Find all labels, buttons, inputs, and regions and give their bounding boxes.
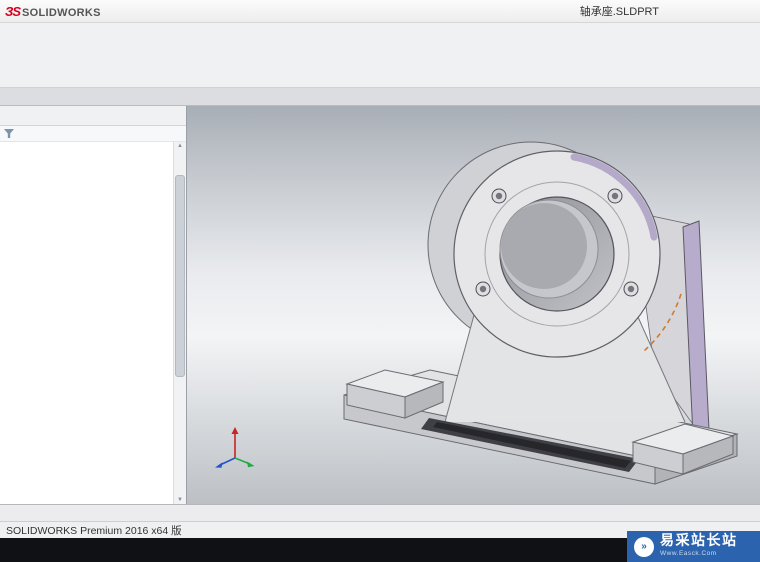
tree-scrollbar[interactable]: ▲ ▼ — [173, 142, 186, 504]
panel-tabs — [0, 106, 186, 126]
scroll-up-icon[interactable]: ▲ — [177, 143, 183, 149]
document-title: 轴承座.SLDPRT — [580, 3, 659, 19]
scroll-down-icon[interactable]: ▼ — [177, 497, 183, 503]
orientation-triad — [213, 422, 257, 468]
feature-tree — [0, 142, 173, 504]
scroll-thumb[interactable] — [175, 175, 185, 377]
title-bar: ЗS SOLIDWORKS 轴承座.SLDPRT — [0, 0, 760, 23]
ribbon — [0, 23, 760, 88]
commandmanager-tabs — [0, 88, 760, 106]
solidworks-logo-mark: ЗS — [5, 4, 20, 19]
status-text: SOLIDWORKS Premium 2016 x64 版 — [6, 523, 182, 538]
view-tabs — [0, 504, 760, 521]
feature-manager-panel: ▲ ▼ — [0, 106, 187, 504]
tree-filter-row — [0, 126, 186, 142]
watermark-text: 易采站长站 Www.Easck.Com — [660, 534, 738, 560]
solidworks-window: ЗS SOLIDWORKS 轴承座.SLDPRT ▲ ▼ — [0, 0, 760, 562]
solidworks-logo: ЗS SOLIDWORKS — [5, 4, 101, 19]
watermark-subtitle: Www.Easck.Com — [660, 547, 738, 560]
model-3d[interactable] — [333, 132, 760, 504]
solidworks-logo-text: SOLIDWORKS — [22, 7, 101, 19]
main-area: ▲ ▼ — [0, 106, 760, 504]
graphics-viewport[interactable] — [187, 106, 760, 504]
watermark-title: 易采站长站 — [660, 534, 738, 547]
watermark-logo-icon: » — [634, 537, 654, 557]
tree-wrap: ▲ ▼ — [0, 142, 186, 504]
watermark: » 易采站长站 Www.Easck.Com — [627, 531, 760, 562]
filter-funnel-icon[interactable] — [4, 129, 14, 138]
